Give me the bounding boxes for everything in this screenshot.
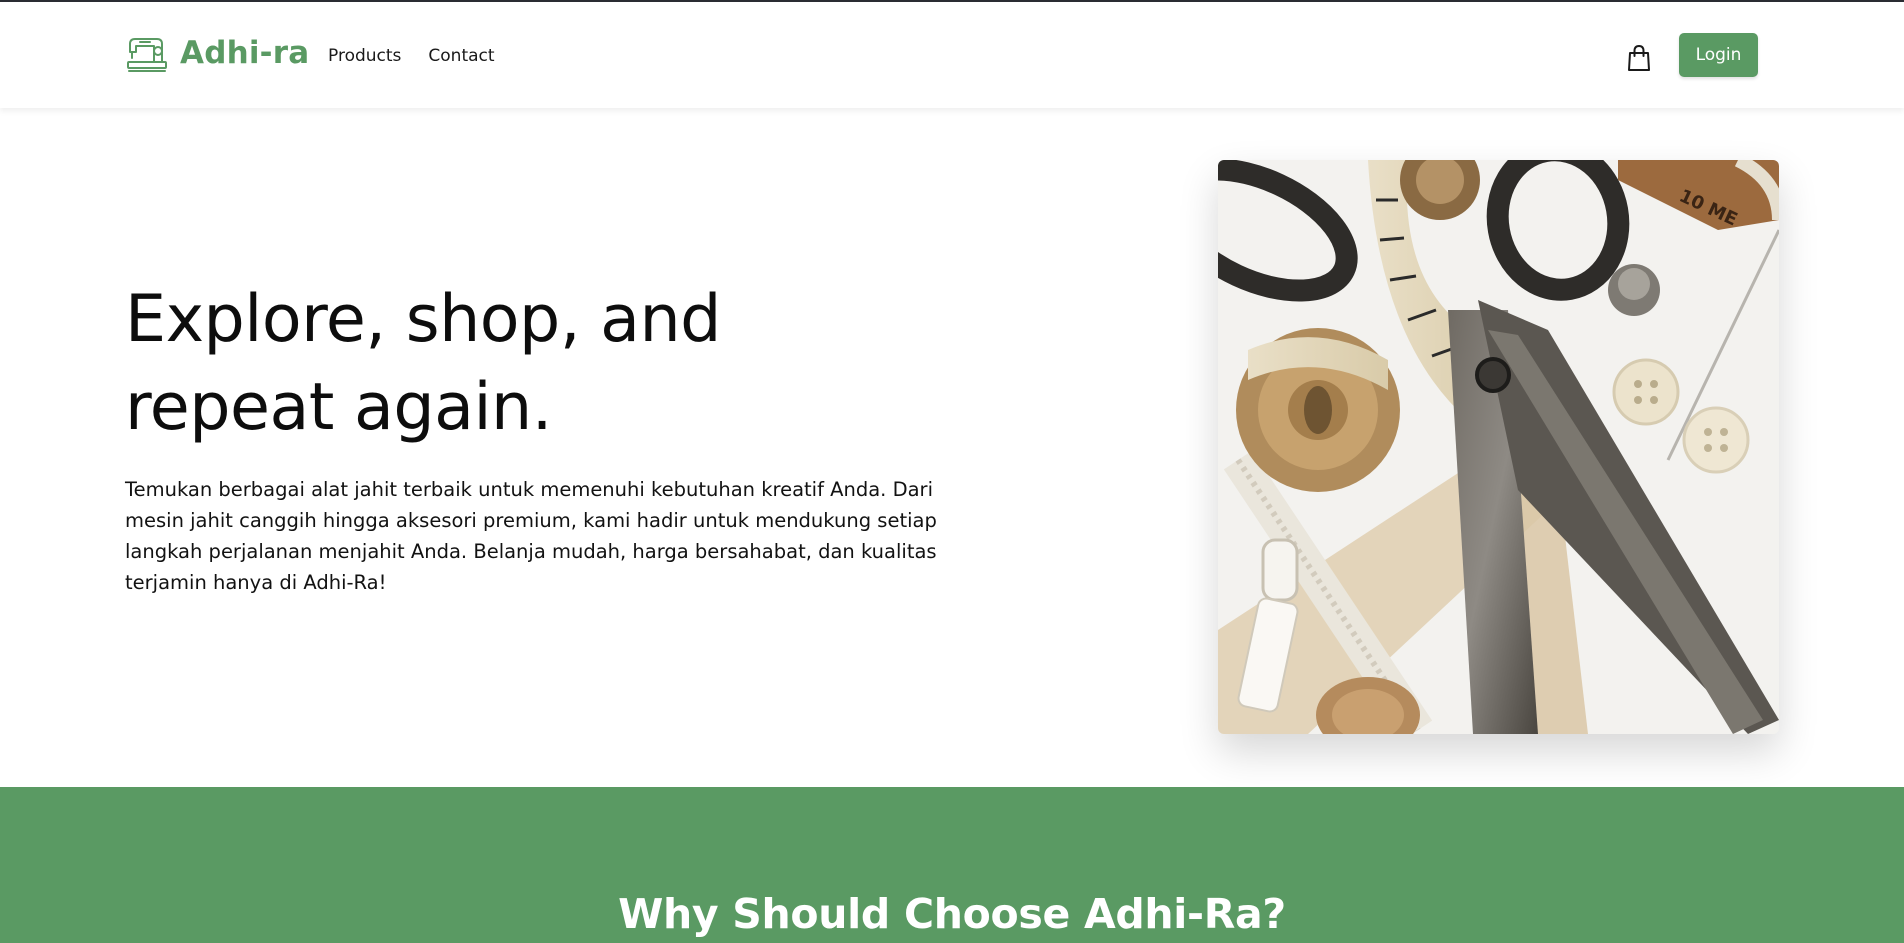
sewing-machine-icon [126, 34, 168, 72]
shopping-bag-icon[interactable] [1626, 44, 1652, 72]
why-section-title: Why Should Choose Adhi-Ra? [618, 890, 1286, 938]
hero-title: Explore, shop, and repeat again. [125, 276, 885, 452]
hero-description: Temukan berbagai alat jahit terbaik untu… [125, 478, 937, 594]
hero-title-line-2: repeat again. [125, 370, 552, 445]
hero-title-line-1: Explore, shop, and [125, 282, 721, 357]
nav-link-contact[interactable]: Contact [428, 46, 494, 66]
main-nav: Products Contact [328, 46, 495, 66]
brand-logo-link[interactable]: Adhi-ra [126, 34, 309, 72]
site-header: Adhi-ra Products Contact Login [0, 2, 1904, 108]
login-button[interactable]: Login [1679, 33, 1758, 77]
hero-image: 10 ME [1218, 160, 1779, 734]
nav-link-products[interactable]: Products [328, 46, 401, 66]
why-section: Why Should Choose Adhi-Ra? [0, 787, 1904, 943]
brand-name: Adhi-ra [180, 35, 310, 71]
